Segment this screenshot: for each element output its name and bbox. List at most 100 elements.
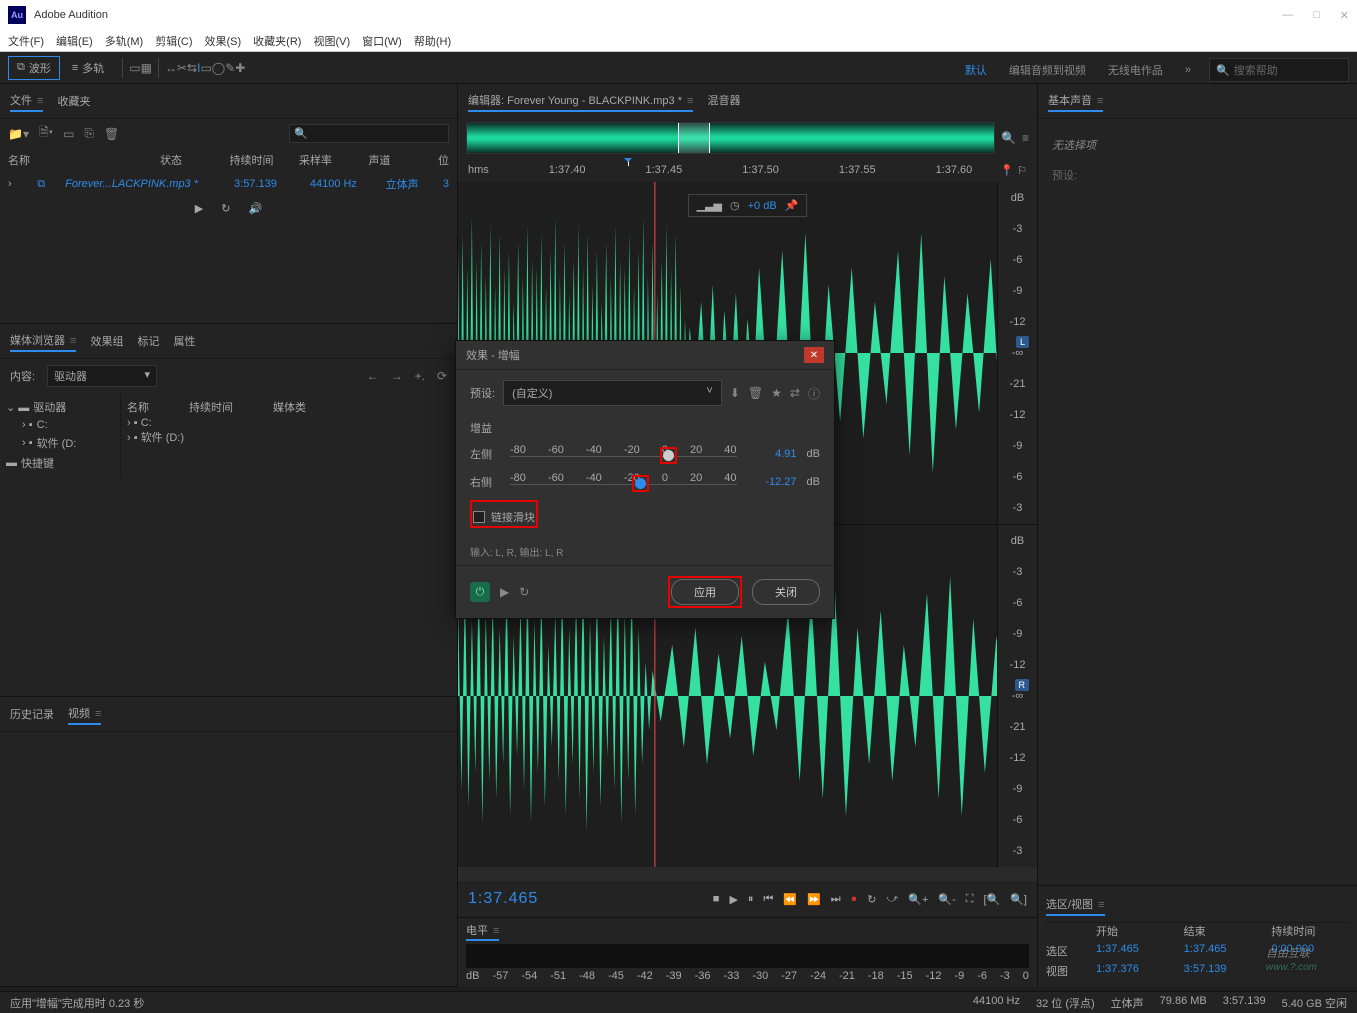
back-icon[interactable]: ← <box>367 369 379 383</box>
playhead-icon[interactable] <box>628 158 629 166</box>
zoom-sel-in-button[interactable]: [🔍 <box>983 893 1000 906</box>
apply-button[interactable]: 应用 <box>671 579 739 605</box>
delete-icon[interactable]: 🗑 <box>104 127 119 141</box>
forward-icon[interactable]: → <box>391 369 403 383</box>
autoplay-icon[interactable]: 🔊 <box>248 202 262 215</box>
goto-start-button[interactable]: ⏮ <box>763 893 773 906</box>
tab-markers[interactable]: 标记 <box>137 331 159 351</box>
col-bit[interactable]: 位 <box>438 152 449 168</box>
rewind-button[interactable]: ⏪ <box>783 893 797 906</box>
view-duration[interactable] <box>1271 963 1349 979</box>
preset-favorite-icon[interactable]: ★ <box>771 386 782 400</box>
tab-favorites[interactable]: 收藏夹 <box>57 91 90 111</box>
preset-dropdown[interactable]: (自定义)˅ <box>503 380 722 406</box>
menu-effects[interactable]: 效果(S) <box>205 33 242 49</box>
link-sliders-checkbox[interactable]: 链接滑块 <box>473 509 535 525</box>
col-duration[interactable]: 持续时间 <box>230 152 280 168</box>
workspace-default[interactable]: 默认 <box>961 60 991 80</box>
col-dur2[interactable]: 持续时间 <box>189 399 233 415</box>
menu-multitrack[interactable]: 多轨(M) <box>105 33 144 49</box>
tab-effects-rack[interactable]: 效果组 <box>90 331 123 351</box>
tool-slip-icon[interactable]: ⇆ <box>187 61 197 75</box>
overview-waveform[interactable] <box>466 122 995 154</box>
tool-heal-icon[interactable]: ✚ <box>235 61 245 75</box>
tree-shortcuts[interactable]: ▬ 快捷键 <box>6 453 114 473</box>
zoom-icon[interactable]: 🔍 <box>1001 131 1016 145</box>
workspace-edit-audio[interactable]: 编辑音频到视频 <box>1005 60 1090 80</box>
preset-save-icon[interactable]: ⬇ <box>730 386 740 400</box>
timecode-display[interactable]: 1:37.465 <box>468 890 588 908</box>
horizontal-scrollbar[interactable] <box>458 867 1037 881</box>
zoom-out-button[interactable]: 🔍- <box>938 893 955 906</box>
zoom-in-button[interactable]: 🔍+ <box>908 893 928 906</box>
preview-loop-icon[interactable]: ↻ <box>519 585 529 599</box>
left-gain-value[interactable]: 4.91 <box>747 448 797 460</box>
tab-levels[interactable]: 电平 ≡ <box>466 923 499 941</box>
col-channels[interactable]: 声道 <box>369 152 419 168</box>
tab-editor[interactable]: 编辑器: Forever Young - BLACKPINK.mp3 * ≡ <box>468 90 693 112</box>
menu-favorites[interactable]: 收藏夹(R) <box>253 33 301 49</box>
sel-end[interactable]: 1:37.465 <box>1184 943 1262 959</box>
view-end[interactable]: 3:57.139 <box>1184 963 1262 979</box>
content-dropdown[interactable]: 驱动器 ▾ <box>47 365 157 387</box>
sel-duration[interactable]: 0:00.000 <box>1271 943 1349 959</box>
level-meter[interactable] <box>466 944 1029 968</box>
zoom-sel-out-button[interactable]: 🔍] <box>1010 893 1027 906</box>
tree-root[interactable]: ⌄ ▬ 驱动器 <box>6 397 114 417</box>
tree-drive-c[interactable]: › ▪ C: <box>6 417 114 433</box>
tab-history[interactable]: 历史记录 <box>10 704 54 724</box>
menu-clip[interactable]: 剪辑(C) <box>155 33 192 49</box>
filter-icon[interactable]: ⟳ <box>437 369 447 383</box>
tab-media-browser[interactable]: 媒体浏览器 ≡ <box>10 330 76 352</box>
tab-essential-sound[interactable]: 基本声音 ≡ <box>1048 90 1103 112</box>
play-icon[interactable]: ▶ <box>195 202 203 215</box>
right-gain-value[interactable]: -12.27 <box>747 476 797 488</box>
record-icon[interactable]: ▭ <box>63 127 74 141</box>
preset-info-icon[interactable]: ⓘ <box>808 385 820 402</box>
loop-icon[interactable]: ↻ <box>221 202 230 215</box>
tab-properties[interactable]: 属性 <box>173 331 195 351</box>
skip-button[interactable]: ⤻ <box>887 893 899 906</box>
sel-start[interactable]: 1:37.465 <box>1096 943 1174 959</box>
play-button[interactable]: ▶ <box>729 893 737 906</box>
col-name2[interactable]: 名称 <box>127 399 149 415</box>
col-status[interactable]: 状态 <box>160 152 210 168</box>
col-type2[interactable]: 媒体类 <box>273 399 306 415</box>
list-drive-c[interactable]: › ▪ C: <box>127 417 451 429</box>
tree-drive-d[interactable]: › ▪ 软件 (D: <box>6 433 114 453</box>
tab-mixer[interactable]: 混音器 <box>707 90 740 112</box>
left-gain-slider[interactable]: -80-60-40-2002040 <box>510 444 737 464</box>
menu-window[interactable]: 窗口(W) <box>362 33 402 49</box>
stop-button[interactable]: ■ <box>713 893 720 905</box>
tab-video[interactable]: 视频 ≡ <box>68 703 101 725</box>
close-button[interactable]: ✕ <box>1340 9 1349 22</box>
zoom-fit-button[interactable]: ⛶ <box>966 893 974 906</box>
dialog-close-button[interactable]: ✕ <box>804 347 824 363</box>
menu-view[interactable]: 视图(V) <box>313 33 350 49</box>
tool-move-icon[interactable]: ↔ <box>165 61 177 75</box>
list-icon[interactable]: ≡ <box>1022 131 1029 145</box>
maximize-button[interactable]: □ <box>1313 9 1320 22</box>
new-file-icon[interactable]: 🗎▾ <box>39 123 53 144</box>
time-ruler[interactable]: hms 1:37.40 1:37.45 1:37.50 1:37.55 1:37… <box>458 158 1037 182</box>
workspace-more-icon[interactable]: » <box>1181 62 1195 78</box>
minimize-button[interactable]: — <box>1282 9 1293 22</box>
tab-files[interactable]: 文件 ≡ <box>10 90 43 112</box>
pin-icon[interactable]: 📍 ⚐ <box>1000 164 1027 177</box>
col-samplerate[interactable]: 采样率 <box>299 152 349 168</box>
open-file-icon[interactable]: 📁▾ <box>8 127 29 141</box>
view-waveform-button[interactable]: ⧉ 波形 <box>8 56 60 80</box>
workspace-radio[interactable]: 无线电作品 <box>1104 60 1167 80</box>
channel-badge-left[interactable]: L <box>1016 336 1029 348</box>
tool-lasso-icon[interactable]: ◯ <box>212 61 225 75</box>
right-gain-slider[interactable]: -80-60-40-2002040 <box>510 472 737 492</box>
pause-button[interactable]: ⏸ <box>748 893 754 906</box>
gain-hud[interactable]: ▁▃▅ ◷ +0 dB 📌 <box>688 194 808 217</box>
file-row[interactable]: › ⧉ Forever...LACKPINK.mp3 * 3:57.139 44… <box>0 172 457 196</box>
add-shortcut-icon[interactable]: +. <box>415 369 425 383</box>
tool-spectral-icon[interactable]: ▦ <box>141 61 152 75</box>
tool-razor-icon[interactable]: ✂ <box>177 61 187 75</box>
view-start[interactable]: 1:37.376 <box>1096 963 1174 979</box>
help-search-input[interactable]: 🔍 搜索帮助 <box>1209 58 1349 82</box>
list-drive-d[interactable]: › ▪ 软件 (D:) <box>127 429 451 445</box>
